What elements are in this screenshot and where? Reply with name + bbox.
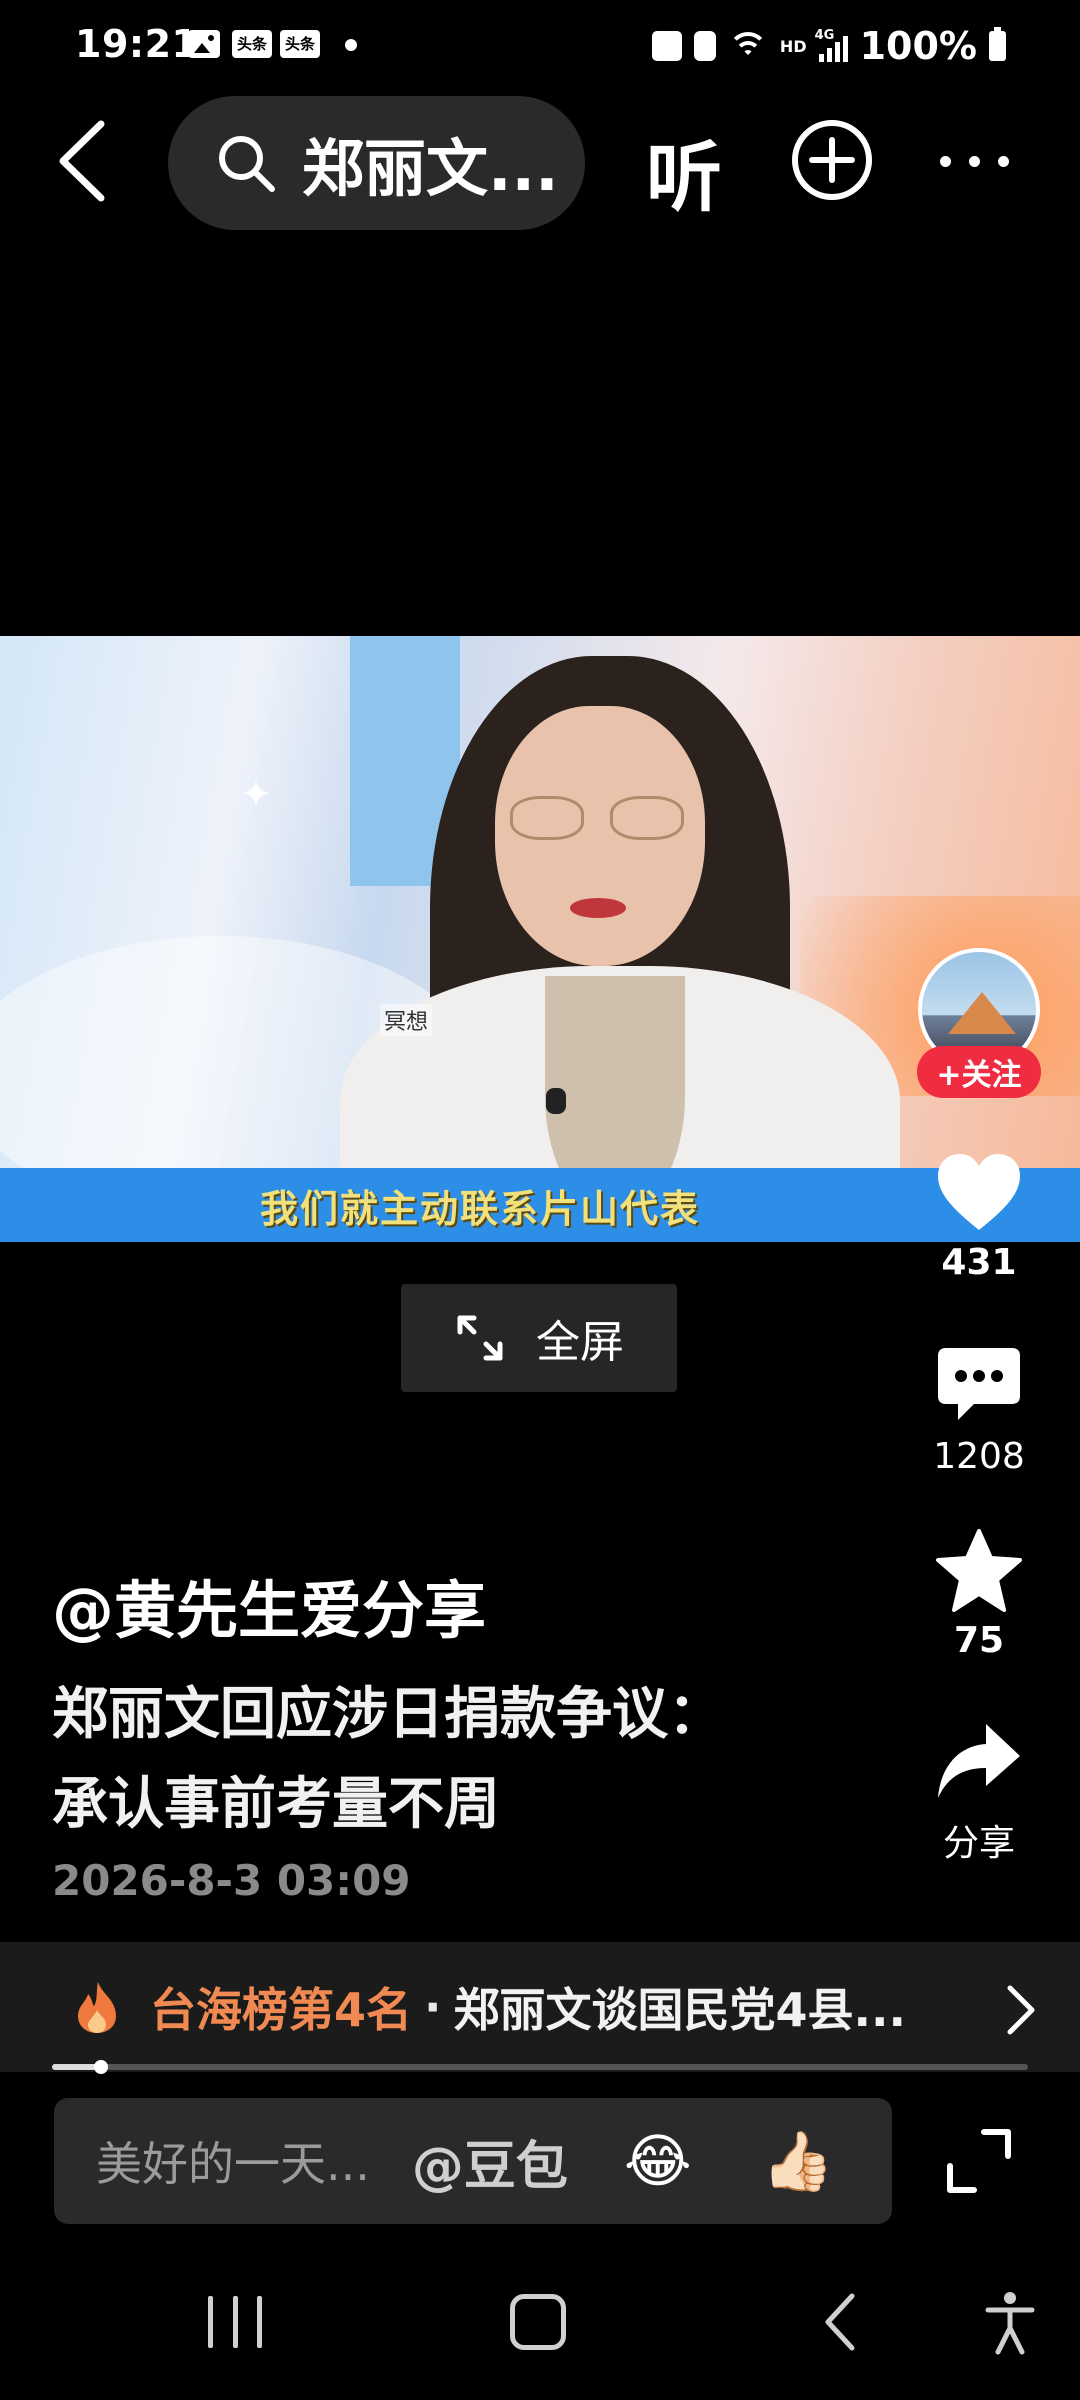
status-bar: 19:21 头条 头条 HD 4G 100% xyxy=(0,0,1080,92)
toutiao-notification-icon: 头条 xyxy=(232,30,272,58)
speaker-glasses xyxy=(510,796,690,842)
home-button[interactable] xyxy=(510,2294,566,2350)
progress-handle[interactable] xyxy=(93,2060,108,2074)
recents-button[interactable] xyxy=(208,2296,262,2348)
more-options-button[interactable] xyxy=(940,136,1016,186)
favorite-button[interactable]: 75 xyxy=(918,1528,1040,1661)
share-label: 分享 xyxy=(942,1823,1015,1864)
fullscreen-button[interactable]: 全屏 xyxy=(401,1284,677,1392)
system-navigation-bar xyxy=(0,2250,1080,2400)
video-subtitle: 我们就主动联系片山代表 xyxy=(259,1186,700,1231)
more-notifications-dot-icon xyxy=(345,39,357,51)
battery-saver-icon xyxy=(693,31,716,61)
sparkle-icon: ✦ xyxy=(240,772,272,816)
battery-percent: 100% xyxy=(859,24,977,68)
star-icon xyxy=(936,1529,1022,1612)
top-nav: 郑丽文... 听 xyxy=(0,96,1080,232)
comment-button[interactable]: 1208 xyxy=(918,1344,1040,1477)
lapel-mic-icon xyxy=(546,1088,566,1114)
search-bar[interactable]: 郑丽文... xyxy=(168,96,585,230)
trending-banner[interactable]: 台海榜第4名 · 郑丽文谈国民党4县... xyxy=(0,1942,1080,2072)
post-title-line: 郑丽文回应涉日捐款争议： xyxy=(52,1682,724,1747)
add-circle-icon[interactable] xyxy=(790,118,874,202)
fullscreen-icon xyxy=(457,1315,503,1361)
mention-doubao-button[interactable]: @豆包 xyxy=(412,2124,568,2199)
laughing-emoji-button[interactable]: 😂 xyxy=(624,2127,692,2195)
fire-icon xyxy=(78,1982,116,2033)
status-indicators: HD 4G 100% xyxy=(651,18,1006,74)
thumbs-up-emoji-button[interactable]: 👍🏻 xyxy=(762,2127,834,2196)
comment-icon xyxy=(938,1348,1020,1420)
gallery-notification-icon xyxy=(188,30,220,58)
trending-text: 郑丽文谈国民党4县... xyxy=(453,1983,906,2037)
fullscreen-label: 全屏 xyxy=(536,1317,624,1368)
trending-rank: 台海榜第4名 xyxy=(150,1983,413,2037)
listen-button[interactable]: 听 xyxy=(646,116,722,226)
comment-input-bar[interactable]: 美好的一天... @豆包 😂 👍🏻 xyxy=(54,2098,892,2224)
more-dot-icon xyxy=(969,155,980,167)
chevron-left-icon xyxy=(59,120,105,202)
more-dot-icon xyxy=(998,155,1009,167)
post-title[interactable]: 郑丽文回应涉日捐款争议： 承认事前考量不周 xyxy=(52,1670,792,1850)
comment-count: 1208 xyxy=(933,1436,1025,1477)
heart-icon xyxy=(938,1154,1020,1230)
share-arrow-icon xyxy=(938,1724,1020,1798)
more-dot-icon xyxy=(940,155,951,167)
follow-button[interactable]: +关注 xyxy=(917,1046,1041,1098)
video-badge-label: 冥想 xyxy=(380,1004,433,1036)
post-date: 2026-8-3 03:09 xyxy=(52,1856,411,1905)
system-back-button[interactable] xyxy=(820,2290,860,2354)
toutiao-notification-icon: 头条 xyxy=(280,30,320,58)
cell-signal-icon: 4G xyxy=(815,28,848,62)
status-time: 19:21 xyxy=(75,22,199,66)
back-button[interactable] xyxy=(45,116,125,206)
data-transfer-icon xyxy=(651,31,682,61)
battery-icon xyxy=(989,27,1006,61)
wifi-icon xyxy=(727,28,768,64)
video-progress-bar[interactable] xyxy=(52,2060,1028,2074)
comment-placeholder: 美好的一天... xyxy=(96,2137,370,2191)
post-title-line: 承认事前考量不周 xyxy=(52,1772,500,1837)
favorite-count: 75 xyxy=(953,1620,1005,1661)
speaker-lips xyxy=(570,898,626,918)
trending-separator: · xyxy=(424,1980,442,2034)
author-name[interactable]: @黄先生爱分享 xyxy=(52,1560,486,1650)
share-button[interactable]: 分享 xyxy=(918,1720,1040,1866)
search-icon xyxy=(219,136,275,192)
search-query: 郑丽文... xyxy=(302,132,559,205)
hd-voice-indicator: HD xyxy=(779,36,807,56)
chevron-right-icon xyxy=(1007,1985,1035,2035)
expand-icon[interactable] xyxy=(944,2126,1014,2196)
network-type-label: 4G xyxy=(814,28,835,43)
like-count: 431 xyxy=(941,1242,1017,1283)
accessibility-icon[interactable] xyxy=(984,2290,1036,2356)
like-button[interactable]: 431 xyxy=(918,1150,1040,1283)
